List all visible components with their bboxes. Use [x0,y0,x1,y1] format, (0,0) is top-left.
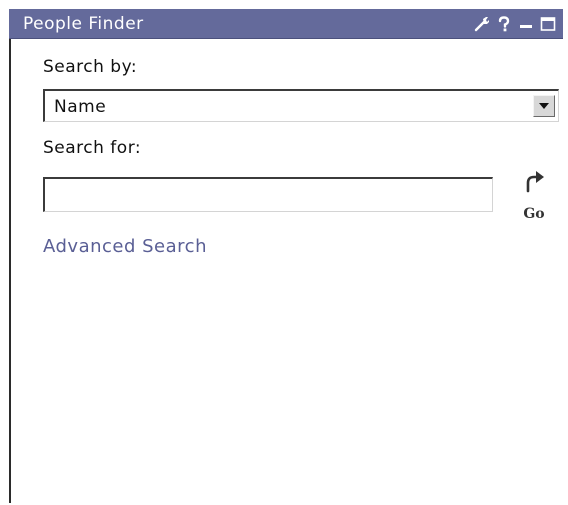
go-button[interactable]: Go [513,169,557,229]
go-label: Go [523,206,545,222]
window-controls [473,12,557,36]
search-for-input[interactable] [43,177,493,212]
search-by-value: Name [54,97,107,117]
advanced-search-link[interactable]: Advanced Search [43,235,207,259]
search-by-select[interactable]: Name [43,89,559,122]
chevron-down-icon [539,103,549,109]
people-finder-portlet: People Finder Search by: Name Search for… [9,9,563,503]
wrench-icon[interactable] [473,14,491,34]
dropdown-arrow-button[interactable] [533,95,555,117]
arrow-forward-icon [526,171,544,193]
minimize-icon[interactable] [517,14,535,34]
maximize-icon[interactable] [539,14,557,34]
title-bar: People Finder [9,9,563,39]
search-for-label: Search for: [43,138,142,158]
search-by-label: Search by: [43,57,138,77]
window-title: People Finder [23,14,144,34]
help-icon[interactable] [495,14,513,34]
